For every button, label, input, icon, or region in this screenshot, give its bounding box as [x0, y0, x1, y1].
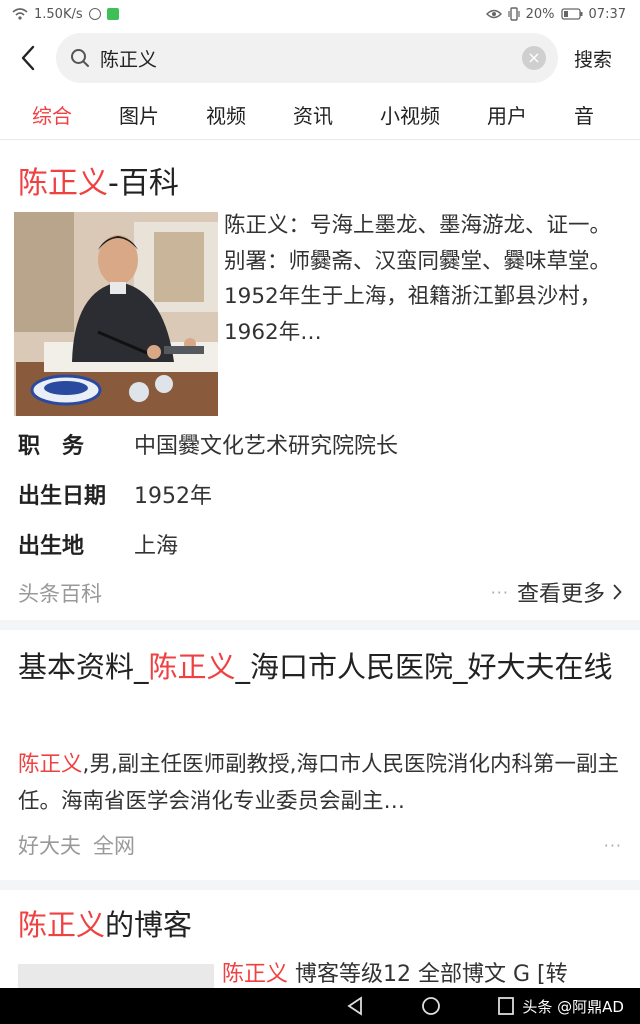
- info-value: 1952年: [134, 484, 212, 509]
- result-title[interactable]: 基本资料_陈正义_海口市人民医院_好大夫在线: [18, 644, 622, 690]
- baike-title[interactable]: 陈正义-百科: [18, 158, 179, 202]
- view-more-link[interactable]: ··· 查看更多: [491, 576, 622, 608]
- section-gap: [0, 880, 640, 890]
- info-row-birthplace: 出生地 上海: [18, 528, 178, 560]
- view-more-label[interactable]: 查看更多: [517, 576, 605, 608]
- tab-news[interactable]: 资讯: [293, 100, 333, 129]
- wechat-notification-icon: [106, 8, 119, 20]
- back-arrow-icon: [21, 45, 35, 71]
- back-button[interactable]: [0, 30, 56, 86]
- tab-music[interactable]: 音: [574, 100, 594, 129]
- network-speed: 1.50K/s: [34, 6, 83, 22]
- tab-videos[interactable]: 视频: [206, 100, 246, 129]
- search-button[interactable]: 搜索: [574, 45, 612, 72]
- baike-source: 头条百科: [18, 582, 102, 606]
- status-bar: 1.50K/s 20% 07:37: [0, 0, 640, 28]
- info-value: 上海: [134, 534, 179, 559]
- clock: 07:37: [588, 6, 626, 22]
- nav-recents-icon[interactable]: [498, 997, 514, 1015]
- battery-icon: [560, 8, 583, 20]
- chevron-right-icon: [613, 584, 622, 600]
- baike-summary[interactable]: 陈正义：号海上墨龙、墨海游龙、证一。别署：师爨斋、汉蛮同爨堂、爨味草堂。 195…: [224, 208, 616, 350]
- result-source: 好大夫 全网: [18, 830, 135, 860]
- search-result-doctor[interactable]: 基本资料_陈正义_海口市人民医院_好大夫在线 陈正义,男,副主任医师副教授,海口…: [0, 630, 640, 880]
- painter-photo-image: [14, 212, 218, 416]
- clear-icon[interactable]: ×: [522, 46, 546, 70]
- vibrate-icon: [508, 7, 520, 21]
- info-key: 出生地: [18, 534, 85, 559]
- source-scope: 全网: [93, 834, 135, 858]
- search-query[interactable]: 陈正义: [100, 45, 522, 72]
- category-tabs: 综合 图片 视频 资讯 小视频 用户 音: [0, 88, 640, 140]
- tab-short-videos[interactable]: 小视频: [380, 100, 440, 129]
- wifi-icon: [12, 8, 28, 20]
- tab-all[interactable]: 综合: [32, 100, 72, 140]
- watermark: 头条 @阿鼎AD: [522, 997, 624, 1016]
- more-options-icon[interactable]: ···: [604, 836, 622, 855]
- person-photo[interactable]: [14, 212, 218, 416]
- search-icon: [71, 49, 89, 67]
- search-input[interactable]: 陈正义 ×: [56, 33, 558, 83]
- nav-home-icon[interactable]: [421, 996, 441, 1016]
- result-title[interactable]: 陈正义的博客: [18, 902, 622, 948]
- info-row-birthdate: 出生日期 1952年: [18, 478, 212, 510]
- search-header: 陈正义 × 搜索: [0, 30, 640, 86]
- baike-card[interactable]: 陈正义-百科 陈正义：号海上墨龙、墨海游龙、证一。别署：师爨斋、汉蛮同爨堂、爨味…: [0, 140, 640, 620]
- source-site: 好大夫: [18, 834, 81, 858]
- tab-images[interactable]: 图片: [119, 100, 159, 129]
- blog-thumbnail[interactable]: [18, 964, 214, 988]
- search-result-blog[interactable]: 陈正义的博客 陈正义 博客等级12 全部博文 G [转: [0, 890, 640, 988]
- result-snippet[interactable]: 陈正义 博客等级12 全部博文 G [转: [222, 956, 568, 988]
- battery-percent: 20%: [525, 6, 555, 22]
- info-key: 出生日期: [18, 484, 107, 509]
- section-gap: [0, 620, 640, 630]
- result-snippet[interactable]: 陈正义,男,副主任医师副教授,海口市人民医院消化内科第一副主任。海南省医学会消化…: [18, 746, 622, 820]
- more-options-icon[interactable]: ···: [491, 583, 509, 602]
- info-row-position: 职 务 中国爨文化艺术研究院院长: [18, 428, 398, 460]
- nav-back-icon[interactable]: [346, 996, 364, 1016]
- app-notification-icon: [88, 8, 101, 20]
- tab-users[interactable]: 用户: [487, 100, 527, 129]
- eye-icon: [485, 9, 502, 19]
- system-nav-bar: 头条 @阿鼎AD: [0, 988, 640, 1024]
- info-value: 中国爨文化艺术研究院院长: [134, 434, 399, 459]
- info-key: 职 务: [18, 434, 85, 459]
